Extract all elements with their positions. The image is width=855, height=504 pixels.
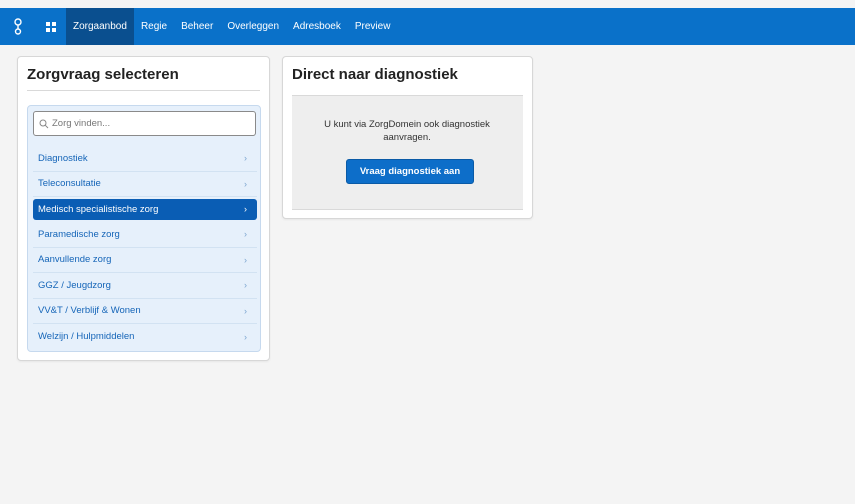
top-navigation-bar: Zorgaanbod Regie Beheer Overleggen Adres… [0,8,855,45]
chevron-right-icon: › [244,331,247,342]
chevron-right-icon: › [244,153,247,164]
list-item-label: Teleconsultatie [38,178,101,190]
diagnostiek-card: Direct naar diagnostiek U kunt via ZorgD… [282,56,533,219]
list-item-medisch-specialistische-zorg[interactable]: Medisch specialistische zorg › [33,199,257,220]
card-title: Zorgvraag selecteren [27,57,260,91]
list-item-vvt-verblijf-wonen[interactable]: VV&T / Verblijf & Wonen › [33,299,257,324]
list-item-diagnostiek[interactable]: Diagnostiek › [33,146,257,172]
search-field[interactable] [33,111,256,136]
nav-item-zorgaanbod[interactable]: Zorgaanbod [66,8,134,45]
list-item-aanvullende-zorg[interactable]: Aanvullende zorg › [33,248,257,273]
list-item-label: GGZ / Jeugdzorg [38,279,111,291]
nav-item-overleggen[interactable]: Overleggen [220,8,286,45]
diagnostiek-info-text: U kunt via ZorgDomein ook diagnostiek aa… [324,119,490,143]
card-title: Direct naar diagnostiek [292,66,458,83]
list-item-label: Paramedische zorg [38,228,120,240]
chevron-right-icon: › [244,229,247,240]
logo-icon[interactable] [0,8,36,45]
list-item-label: Medisch specialistische zorg [38,203,159,215]
zorg-list-panel: Diagnostiek › Teleconsultatie › Medisch … [27,105,261,352]
chevron-right-icon: › [244,178,247,189]
request-diagnostics-button[interactable]: Vraag diagnostiek aan [346,159,474,184]
nav-item-beheer[interactable]: Beheer [174,8,220,45]
chevron-right-icon: › [244,280,247,291]
list-item-label: Diagnostiek [38,152,88,164]
nav-item-regie[interactable]: Regie [134,8,174,45]
chevron-right-icon: › [244,254,247,265]
list-item-label: Aanvullende zorg [38,254,112,266]
nav-item-preview[interactable]: Preview [348,8,398,45]
nav-item-adresboek[interactable]: Adresboek [286,8,348,45]
list-item-ggz-jeugdzorg[interactable]: GGZ / Jeugdzorg › [33,273,257,299]
list-item-paramedische-zorg[interactable]: Paramedische zorg › [33,222,257,248]
chevron-right-icon: › [244,204,247,214]
list-item-label: VV&T / Verblijf & Wonen [38,305,141,317]
list-item-teleconsultatie[interactable]: Teleconsultatie › [33,172,257,197]
search-input[interactable] [52,118,242,129]
app-grid-icon[interactable] [36,8,66,45]
zorgvraag-card: Zorgvraag selecteren Diagnostiek › Telec… [17,56,270,361]
chevron-right-icon: › [244,305,247,316]
diagnostiek-panel: U kunt via ZorgDomein ook diagnostiek aa… [292,95,523,210]
zorg-list: Diagnostiek › Teleconsultatie › Medisch … [33,146,257,350]
search-icon [39,119,49,128]
list-item-welzijn-hulpmiddelen[interactable]: Welzijn / Hulpmiddelen › [33,324,257,350]
list-item-label: Welzijn / Hulpmiddelen [38,331,135,343]
